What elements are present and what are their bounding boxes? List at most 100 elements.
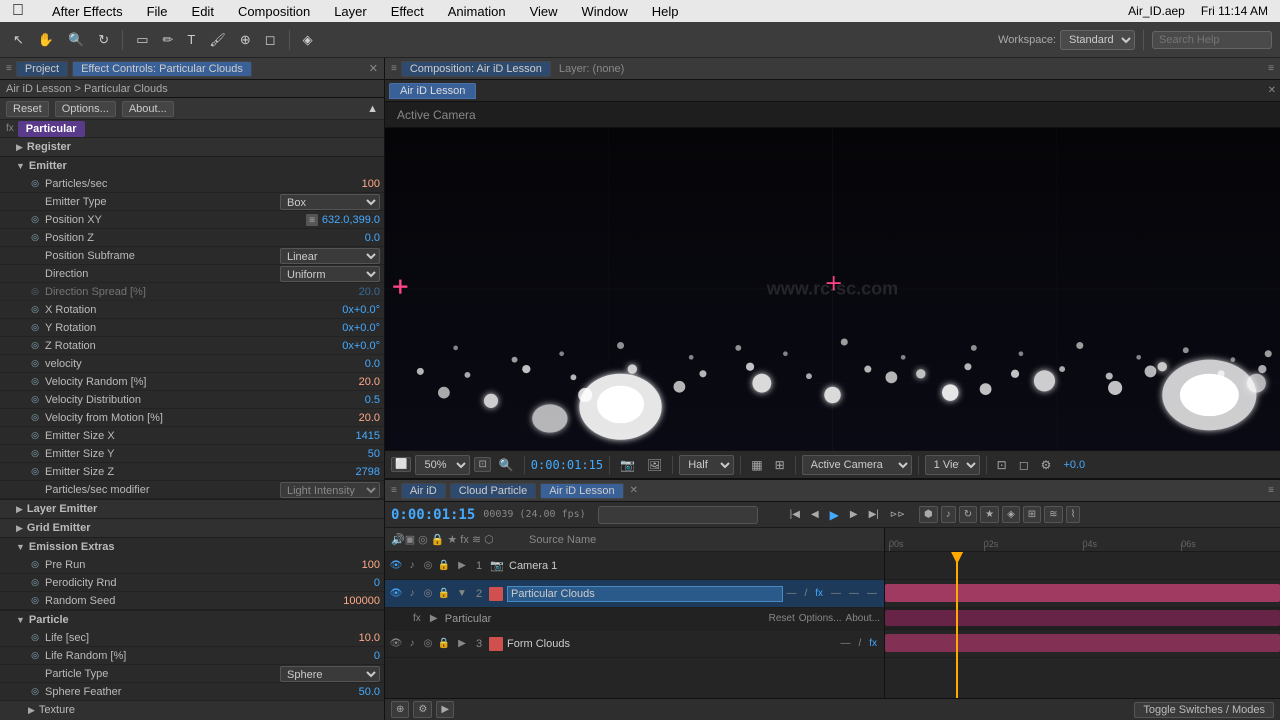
comp-panel-menu[interactable]: ≡ — [1268, 63, 1274, 74]
layer-3-eye[interactable]: 👁 — [389, 637, 403, 651]
velocity-value[interactable]: 0.0 — [320, 358, 380, 370]
emission-extras-header[interactable]: ▼ Emission Extras — [0, 538, 384, 556]
menu-animation[interactable]: Animation — [444, 2, 510, 21]
pen-tool[interactable]: ✏ — [157, 29, 178, 51]
mute-audio-btn[interactable]: ♪ — [941, 506, 956, 523]
fit-btn[interactable]: ⊡ — [474, 457, 490, 472]
show-snapshot-btn[interactable]: 🖼 — [643, 456, 666, 474]
go-end-btn[interactable]: ▶| — [865, 506, 883, 524]
track-2-bar[interactable] — [885, 584, 1280, 602]
velocity-random-value[interactable]: 20.0 — [320, 376, 380, 388]
viewport-timecode[interactable]: 0:00:01:15 — [531, 458, 603, 472]
register-header[interactable]: ▶ Register — [0, 138, 384, 156]
toggle-switches-btn[interactable]: Toggle Switches / Modes — [1134, 702, 1274, 718]
velocity-motion-value[interactable]: 20.0 — [320, 412, 380, 424]
menu-view[interactable]: View — [526, 2, 562, 21]
layer-1-audio[interactable]: ♪ — [405, 559, 419, 573]
layer-3-row[interactable]: 👁 ♪ ◎ 🔒 ▶ 3 Form Clouds — / fx — [385, 630, 884, 658]
options-btn[interactable]: Options... — [55, 101, 116, 117]
effect-controls-tab[interactable]: Effect Controls: Particular Clouds — [72, 61, 252, 77]
timeline-tab-airidlesson[interactable]: Air iD Lesson — [540, 483, 623, 499]
effect-expand[interactable]: ▶ — [427, 612, 441, 626]
zoom-tool[interactable]: 🔍 — [63, 29, 89, 51]
perodicity-value[interactable]: 0 — [320, 577, 380, 589]
timeline-tab-close[interactable]: ✕ — [630, 485, 638, 496]
layer-3-fx-btn[interactable]: fx — [866, 637, 880, 650]
timeline-timecode[interactable]: 0:00:01:15 — [391, 507, 475, 523]
zoom-in-btn[interactable]: 🔍 — [495, 456, 518, 474]
layer-1-eye[interactable]: 👁 — [389, 559, 403, 573]
views-select[interactable]: 1 View 2 Views 4 Views — [925, 455, 980, 475]
emitter-size-z-value[interactable]: 2798 — [320, 466, 380, 478]
life-random-value[interactable]: 0 — [320, 650, 380, 662]
x-rotation-value[interactable]: 0x+0.0° — [320, 304, 380, 316]
render-queue-btn[interactable]: ▶ — [436, 701, 454, 718]
position-z-value[interactable]: 0.0 — [320, 232, 380, 244]
particle-header[interactable]: ▼ Particle — [0, 611, 384, 629]
effect-reset-btn[interactable]: Reset — [769, 613, 795, 624]
hand-tool[interactable]: ✋ — [33, 29, 59, 51]
layer-2-expand[interactable]: ▼ — [455, 587, 469, 601]
workspace-select[interactable]: Standard — [1060, 30, 1135, 50]
go-start-btn[interactable]: |◀ — [786, 506, 804, 524]
loop-btn[interactable]: ↻ — [959, 506, 977, 523]
emitter-header[interactable]: ▼ Emitter — [0, 157, 384, 175]
hide-shy-btn[interactable]: ★ — [980, 506, 999, 523]
layer-1-expand[interactable]: ▶ — [455, 559, 469, 573]
text-tool[interactable]: T — [182, 29, 200, 50]
position-subframe-select[interactable]: Linear — [280, 248, 380, 264]
next-frame-btn[interactable]: ▶ — [846, 506, 862, 524]
panel-menu-btn[interactable]: ≡ — [6, 63, 12, 74]
timeline-menu-btn[interactable]: ≡ — [391, 485, 397, 496]
layer-3-solo[interactable]: ◎ — [421, 637, 435, 651]
new-comp-btn[interactable]: ⊕ — [391, 701, 409, 718]
layer-2-solo[interactable]: ◎ — [421, 587, 435, 601]
menu-help[interactable]: Help — [648, 2, 683, 21]
project-tab[interactable]: Project — [16, 61, 68, 77]
emitter-size-y-value[interactable]: 50 — [320, 448, 380, 460]
camera-select[interactable]: Active Camera — [802, 455, 912, 475]
menu-composition[interactable]: Composition — [234, 2, 314, 21]
toggle-transparency-btn[interactable]: ▦ — [747, 456, 766, 474]
layer-3-expand[interactable]: ▶ — [455, 637, 469, 651]
comp-flow-btn[interactable]: ⊡ — [993, 456, 1011, 474]
comp-tab-project[interactable]: Composition: Air iD Lesson — [401, 61, 551, 77]
rotate-tool[interactable]: ↻ — [93, 29, 114, 51]
3d-renderer-btn[interactable]: ⚙ — [1037, 456, 1056, 474]
timeline-tab-cloudparticle[interactable]: Cloud Particle — [450, 483, 536, 499]
random-seed-value[interactable]: 100000 — [320, 595, 380, 607]
effect-options-btn[interactable]: Options... — [799, 613, 842, 624]
reset-exposure-btn[interactable]: ◻ — [1015, 456, 1033, 474]
direction-select[interactable]: Uniform — [280, 266, 380, 282]
layer-3-lock[interactable]: 🔒 — [437, 637, 451, 651]
toggle-guides-btn[interactable]: ⊞ — [771, 456, 789, 474]
layer-2-solo-btn[interactable]: — — [783, 587, 799, 600]
emitter-type-select[interactable]: Box Point Sphere — [280, 194, 380, 210]
quality-select[interactable]: Half Full Quarter — [679, 455, 734, 475]
prev-frame-btn[interactable]: ◀ — [807, 506, 823, 524]
layer-1-row[interactable]: 👁 ♪ ◎ 🔒 ▶ 1 📷 Camera 1 — [385, 552, 884, 580]
pre-run-value[interactable]: 100 — [320, 559, 380, 571]
graph-editor-btn[interactable]: ⌇ — [1066, 506, 1081, 523]
layer-2-row[interactable]: 👁 ♪ ◎ 🔒 ▼ 2 Particular Clouds — / fx — [385, 580, 884, 608]
layer-1-lock[interactable]: 🔒 — [437, 559, 451, 573]
playhead[interactable] — [956, 552, 958, 698]
clone-tool[interactable]: ⊕ — [235, 29, 256, 51]
particles-sec-value[interactable]: 100 — [320, 178, 380, 190]
particular-btn[interactable]: Particular — [18, 121, 85, 137]
puppet-tool[interactable]: ◈ — [298, 29, 318, 51]
selection-tool[interactable]: ↖ — [8, 29, 29, 51]
layer-2-eye[interactable]: 👁 — [389, 587, 403, 601]
position-xy-value[interactable]: 632.0,399.0 — [320, 214, 380, 226]
layer-2-lock[interactable]: 🔒 — [437, 587, 451, 601]
layer-2-slash-btn[interactable]: / — [801, 587, 810, 600]
layer-emitter-header[interactable]: ▶ Layer Emitter — [0, 500, 384, 518]
comp-menu-btn[interactable]: ≡ — [391, 63, 397, 74]
frame-blending-btn[interactable]: ⊞ — [1023, 506, 1041, 523]
direction-spread-value[interactable]: 20.0 — [320, 286, 380, 298]
effect-about-btn[interactable]: About... — [846, 613, 880, 624]
layer-3-slash-btn[interactable]: / — [855, 637, 864, 650]
menu-file[interactable]: File — [143, 2, 172, 21]
panel-close-btn[interactable]: ✕ — [369, 62, 378, 75]
about-btn[interactable]: About... — [122, 101, 174, 117]
